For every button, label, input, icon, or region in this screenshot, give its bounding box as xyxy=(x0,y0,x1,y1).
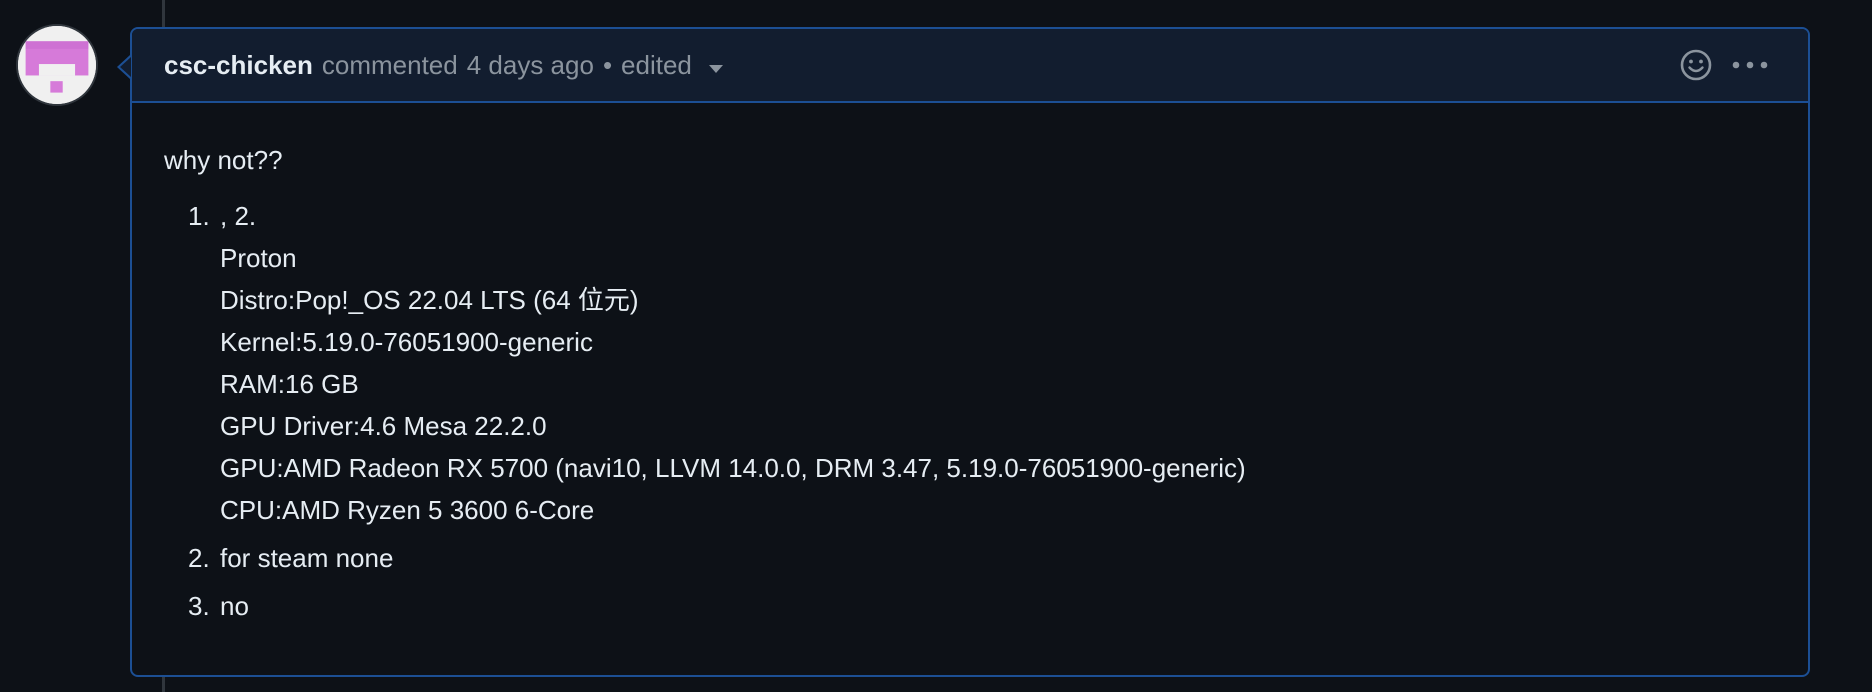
detail-line: Distro:Pop!_OS 22.04 LTS (64 位元) xyxy=(220,285,639,315)
detail-line: RAM:16 GB xyxy=(220,369,359,399)
comment-list: 1. , 2. Proton Distro:Pop!_OS 22.04 LTS … xyxy=(164,195,1776,627)
list-item-number: 1. xyxy=(188,201,210,231)
list-item: 1. , 2. Proton Distro:Pop!_OS 22.04 LTS … xyxy=(164,195,1776,531)
detail-line: Proton xyxy=(220,243,297,273)
list-item-number: 2. xyxy=(188,543,210,573)
comment-intro: why not?? xyxy=(164,145,283,175)
list-item-text: , 2. xyxy=(220,201,257,231)
avatar[interactable] xyxy=(16,24,98,106)
triangle-down-icon xyxy=(708,50,724,81)
list-item-number: 3. xyxy=(188,591,210,621)
comment-box: csc-chicken commented 4 days ago • edite… xyxy=(130,27,1810,677)
separator: • xyxy=(602,49,613,80)
detail-line: Kernel:5.19.0-76051900-generic xyxy=(220,327,593,357)
comment-menu-button[interactable] xyxy=(1730,45,1770,85)
identicon-image xyxy=(18,26,96,104)
list-item-text: for steam none xyxy=(220,543,394,573)
comment-header: csc-chicken commented 4 days ago • edite… xyxy=(132,29,1808,103)
edited-dropdown[interactable]: edited xyxy=(621,50,724,81)
detail-line: GPU:AMD Radeon RX 5700 (navi10, LLVM 14.… xyxy=(220,453,1246,483)
detail-line: CPU:AMD Ryzen 5 3600 6-Core xyxy=(220,495,595,525)
smiley-icon xyxy=(1680,49,1712,81)
system-details: Proton Distro:Pop!_OS 22.04 LTS (64 位元) … xyxy=(220,237,1776,531)
add-reaction-button[interactable] xyxy=(1676,45,1716,85)
comment-caret-inner xyxy=(120,57,131,77)
detail-line: GPU Driver:4.6 Mesa 22.2.0 xyxy=(220,411,547,441)
comment-author[interactable]: csc-chicken xyxy=(164,50,313,81)
edited-label: edited xyxy=(621,49,692,80)
comment-action: commented xyxy=(321,49,458,80)
comment-timestamp[interactable]: 4 days ago xyxy=(467,50,594,81)
list-item: 2. for steam none xyxy=(164,537,1776,579)
kebab-horizontal-icon xyxy=(1732,61,1768,69)
comment-body: why not?? 1. , 2. Proton Distro:Pop!_OS … xyxy=(164,139,1776,633)
list-item: 3. no xyxy=(164,585,1776,627)
list-item-text: no xyxy=(220,591,249,621)
